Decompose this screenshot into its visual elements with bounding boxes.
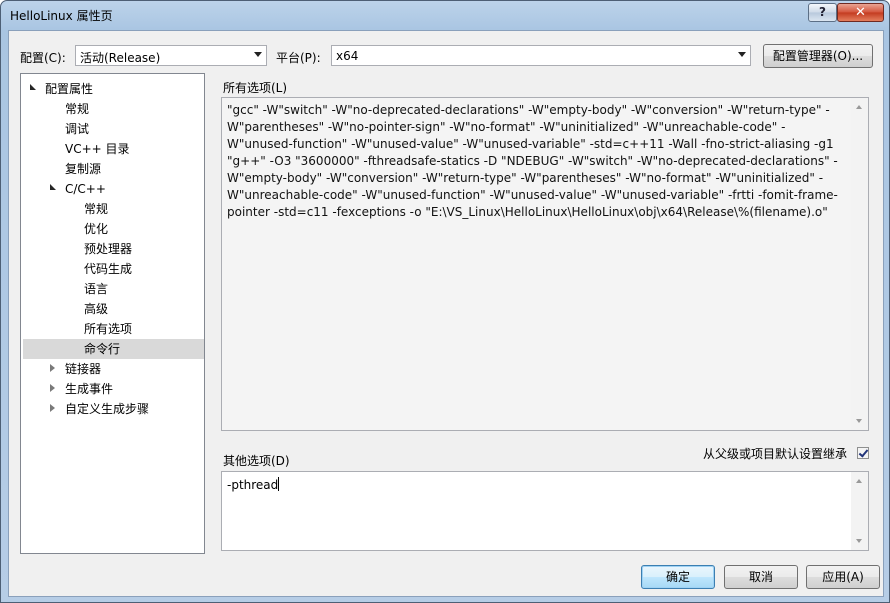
tree-item-command-line-row[interactable]: 命令行 [23,339,204,359]
close-icon: ✕ [855,5,866,20]
tree-item-advanced[interactable]: 高级 [84,299,108,319]
dialog-client-area: 配置(C): 活动(Release) 平台(P): x64 配置管理器(O)..… [8,30,884,597]
expand-icon[interactable] [30,84,36,90]
tree-item-all-options[interactable]: 所有选项 [84,319,132,339]
other-options-value: -pthread [227,478,279,492]
other-options-scrollbar[interactable] [851,472,868,550]
expand-icon[interactable] [50,404,56,412]
inherit-checkbox[interactable] [857,447,869,459]
property-tree[interactable]: 配置属性 常规 调试 VC++ 目录 复制源 C/C++ 常规 优化 预处理器 … [20,73,205,554]
tree-item-c-cpp[interactable]: C/C++ [65,179,106,199]
tree-item-build-events[interactable]: 生成事件 [65,379,113,399]
all-options-textbox[interactable]: "gcc" -W"switch" -W"no-deprecated-declar… [221,97,869,431]
expand-icon[interactable] [50,364,56,372]
all-options-label: 所有选项(L) [223,81,288,95]
property-pages-window: HelloLinux 属性页 ? ✕ 配置(C): 活动(Release) 平台… [0,0,890,603]
configuration-label: 配置(C): [20,51,66,65]
all-options-scrollbar[interactable] [851,98,868,430]
scroll-down-icon[interactable] [856,419,862,423]
inherit-label: 从父级或项目默认设置继承 [703,447,848,461]
title-bar[interactable]: HelloLinux 属性页 ? ✕ [1,1,889,29]
configuration-select[interactable]: 活动(Release) [75,45,267,66]
tree-item-debugging[interactable]: 调试 [65,119,89,139]
window-title: HelloLinux 属性页 [10,9,113,23]
chevron-down-icon [738,52,746,57]
text-caret [278,477,280,491]
tree-item-linker[interactable]: 链接器 [65,359,101,379]
all-options-text: "gcc" -W"switch" -W"no-deprecated-declar… [227,103,838,219]
tree-item-copy-sources[interactable]: 复制源 [65,159,101,179]
platform-label: 平台(P): [276,51,321,65]
tree-item-code-generation[interactable]: 代码生成 [84,259,132,279]
cancel-button[interactable]: 取消 [724,565,798,589]
configuration-manager-button[interactable]: 配置管理器(O)... [763,44,873,68]
apply-button[interactable]: 应用(A) [806,565,880,589]
tree-item-language[interactable]: 语言 [84,279,108,299]
other-options-label: 其他选项(D) [223,454,290,468]
scroll-down-icon[interactable] [856,539,862,543]
expand-icon[interactable] [50,184,56,190]
tree-item-preprocessor[interactable]: 预处理器 [84,239,132,259]
help-button[interactable]: ? [808,3,837,22]
platform-select[interactable]: x64 [331,45,751,66]
scroll-up-icon[interactable] [856,105,862,109]
tree-item-optimization[interactable]: 优化 [84,219,108,239]
chevron-down-icon [254,52,262,57]
platform-value: x64 [336,49,359,63]
scroll-up-icon[interactable] [856,479,862,483]
tree-item-configuration-properties[interactable]: 配置属性 [45,79,93,99]
other-options-textbox[interactable]: -pthread [221,471,869,551]
tree-item-vc-directories[interactable]: VC++ 目录 [65,139,130,159]
tree-item-cpp-general[interactable]: 常规 [84,199,108,219]
expand-icon[interactable] [50,384,56,392]
configuration-value: 活动(Release) [80,51,161,65]
tree-item-general[interactable]: 常规 [65,99,89,119]
ok-button[interactable]: 确定 [641,565,715,589]
tree-item-custom-build-step[interactable]: 自定义生成步骤 [65,399,149,419]
close-button[interactable]: ✕ [837,3,884,22]
tree-item-command-line: 命令行 [84,342,121,356]
